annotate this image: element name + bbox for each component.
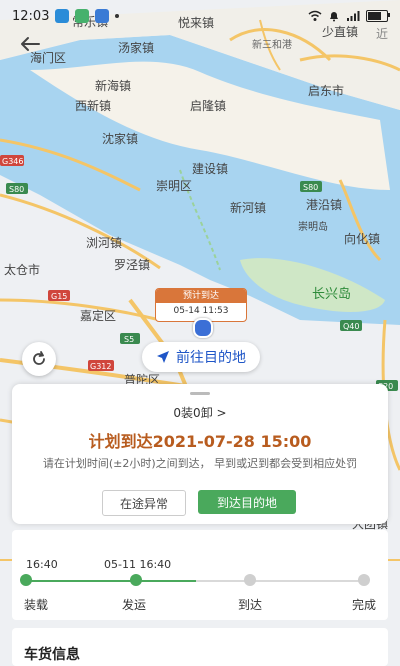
navigation-arrow-icon xyxy=(157,351,169,363)
map-label: 长兴岛 xyxy=(312,286,351,302)
map-label: 崇明区 xyxy=(156,179,192,193)
app-notification-icon xyxy=(95,9,110,23)
road-shield: S80 xyxy=(9,185,24,194)
more-dot-icon xyxy=(115,14,120,18)
map-label: 西新镇 xyxy=(75,98,111,113)
road-shield: S5 xyxy=(124,335,134,344)
map-label: 嘉定区 xyxy=(80,308,116,323)
map-label: 新河镇 xyxy=(230,200,266,215)
app-notification-icon xyxy=(55,9,70,23)
delivery-card: 0装0卸 > 计划到达2021-07-28 15:00 请在计划时间(±2小时)… xyxy=(12,384,388,524)
signal-icon xyxy=(347,11,360,21)
status-time: 12:03 xyxy=(12,8,50,24)
progress-step: 发运 xyxy=(122,598,147,612)
progress-step: 装载 xyxy=(24,598,49,612)
progress-dot xyxy=(130,574,142,586)
arrival-rule-note: 请在计划时间(±2小时)之间到达， 早到或迟到都会受到相应处罚 xyxy=(42,457,358,470)
progress-step: 完成 xyxy=(352,598,377,612)
wifi-icon xyxy=(308,10,322,21)
load-unload-count[interactable]: 0装0卸 > xyxy=(12,404,388,421)
map-label: 港沿镇 xyxy=(306,198,342,212)
eta-marker-title: 预计到达 xyxy=(156,289,246,303)
progress-time: 16:40 xyxy=(26,558,58,571)
cargo-info-title: 车货信息 xyxy=(24,647,80,663)
progress-dot xyxy=(358,574,370,586)
bell-icon xyxy=(330,12,338,22)
report-exception-button[interactable]: 在途异常 xyxy=(102,490,186,516)
refresh-icon xyxy=(33,351,45,365)
map-label: 启东市 xyxy=(308,83,344,98)
road-shield: S80 xyxy=(303,183,318,192)
arrow-left-icon xyxy=(21,37,40,51)
road-shield: G346 xyxy=(2,157,23,166)
battery-icon xyxy=(366,10,390,22)
map-label: 罗泾镇 xyxy=(114,258,150,272)
drag-handle[interactable] xyxy=(190,392,210,395)
road-shield: Q40 xyxy=(343,322,359,331)
status-bar: 12:03 xyxy=(0,0,400,32)
progress-step: 到达 xyxy=(238,598,263,612)
shipment-progress: 16:40 05-11 16:40 装载 发运 到达 完成 xyxy=(12,530,388,620)
eta-marker: 预计到达 05-14 11:53 xyxy=(155,288,247,322)
vehicle-location-pin xyxy=(193,318,213,338)
cargo-info-section[interactable]: 车货信息 xyxy=(12,628,388,666)
road-shield: G15 xyxy=(51,292,67,301)
map-label: 太仓市 xyxy=(4,262,40,277)
app-notification-icon xyxy=(75,9,90,23)
map-label: 启隆镇 xyxy=(190,98,226,113)
map-label: 汤家镇 xyxy=(118,40,154,55)
map-label: 新海镇 xyxy=(95,78,131,93)
map-label: 新三和港 xyxy=(252,38,292,51)
progress-dot xyxy=(20,574,32,586)
map-label: 向化镇 xyxy=(344,231,380,246)
map-label: 沈家镇 xyxy=(102,131,138,146)
map-label: 建设镇 xyxy=(192,162,228,176)
map-label: 崇明岛 xyxy=(298,220,328,233)
back-button[interactable] xyxy=(12,28,48,60)
navigate-label: 前往目的地 xyxy=(176,350,246,366)
road-shield: G312 xyxy=(90,362,111,371)
progress-time: 05-11 16:40 xyxy=(104,558,172,571)
navigate-to-destination-button[interactable]: 前往目的地 xyxy=(142,342,260,372)
arrive-destination-button[interactable]: 到达目的地 xyxy=(198,490,296,514)
progress-dot xyxy=(244,574,256,586)
map-label: 浏河镇 xyxy=(86,236,122,250)
refresh-button[interactable] xyxy=(22,342,56,376)
planned-arrival: 计划到达2021-07-28 15:00 xyxy=(88,432,312,451)
